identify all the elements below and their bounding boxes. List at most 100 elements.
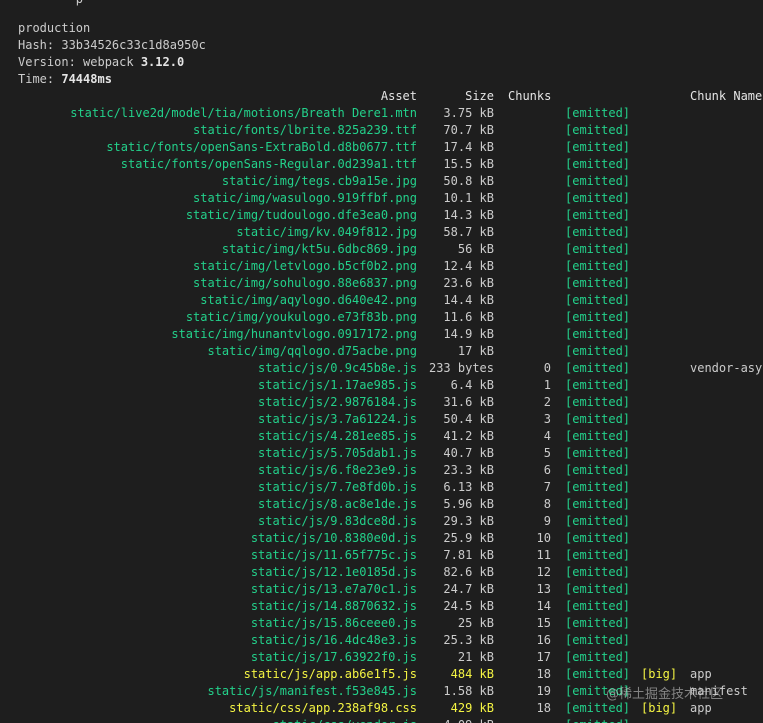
asset-size: 7.81 kB bbox=[443, 548, 494, 562]
emitted-status: [emitted] bbox=[565, 717, 630, 723]
table-row: static/js/6.f8e23e9.js 23.3 kB 6 [emitted] bbox=[0, 462, 763, 479]
emitted-status: [emitted] bbox=[565, 548, 631, 562]
asset-name: static/js/8.ac8e1de.js bbox=[258, 497, 417, 511]
asset-size: 6.13 kB bbox=[443, 480, 494, 494]
emitted-status: [emitted] bbox=[565, 174, 631, 188]
asset-name: static/js/5.705dab1.js bbox=[258, 446, 417, 460]
chunk-id: 19 bbox=[536, 684, 551, 698]
chunk-id: 16 bbox=[536, 633, 551, 647]
asset-size: 1.58 kB bbox=[443, 684, 494, 698]
asset-size: 15.5 kB bbox=[443, 157, 494, 171]
chunk-name: app bbox=[690, 667, 712, 681]
emitted-status: [emitted] bbox=[565, 361, 631, 375]
table-row: static/img/tegs.cb9a15e.jpg 50.8 kB [emitt… bbox=[0, 173, 763, 190]
big-flag: [big] bbox=[641, 667, 678, 681]
asset-name: static/js/16.4dc48e3.js bbox=[250, 633, 417, 647]
asset-size: 41.2 kB bbox=[443, 429, 494, 443]
asset-size: 14.3 kB bbox=[443, 208, 494, 222]
asset-size: 12.4 kB bbox=[443, 259, 494, 273]
emitted-status: [emitted] bbox=[565, 429, 631, 443]
build-hash-line: Hash: 33b34526c33c1d8a950c bbox=[18, 37, 763, 54]
asset-size: 50.8 kB bbox=[443, 174, 494, 188]
emitted-status: [emitted] bbox=[565, 259, 631, 273]
asset-name: static/live2d/model/tia/motions/Breath D… bbox=[70, 106, 417, 120]
asset-size: 429 kB bbox=[450, 701, 494, 715]
asset-size: 29.3 kB bbox=[443, 514, 494, 528]
chunk-id: 12 bbox=[536, 565, 551, 579]
asset-size: 82.6 kB bbox=[443, 565, 494, 579]
table-row: static/js/10.8380e0d.js 25.9 kB 10 [emitted… bbox=[0, 530, 763, 547]
watermark: @稀土掘金技术社区 bbox=[606, 687, 724, 702]
asset-name: static/js/17.63922f0.js bbox=[250, 650, 417, 664]
table-row: static/img/tudoulogo.dfe3ea0.png 14.3 kB [… bbox=[0, 207, 763, 224]
emitted-status: [emitted] bbox=[565, 378, 631, 392]
chunk-id: 17 bbox=[536, 650, 551, 664]
emitted-status: [emitted] bbox=[565, 701, 631, 715]
asset-size: 24.5 kB bbox=[443, 599, 494, 613]
hash-label: Hash: bbox=[18, 38, 62, 52]
emitted-status: [emitted] bbox=[565, 616, 631, 630]
emitted-status: [emitted] bbox=[565, 327, 631, 341]
table-row: static/fonts/openSans-Regular.0d239a1.tt… bbox=[0, 156, 763, 173]
emitted-status: [emitted] bbox=[565, 293, 631, 307]
build-version-line: Version: webpack 3.12.0 bbox=[18, 54, 763, 71]
asset-size: 10.1 kB bbox=[443, 191, 494, 205]
emitted-status: [emitted] bbox=[565, 446, 631, 460]
header-chunks: Chunks bbox=[508, 89, 552, 103]
emitted-status: [emitted] bbox=[565, 225, 631, 239]
table-row: static/js/1.17ae985.js 6.4 kB 1 [emitted] bbox=[0, 377, 763, 394]
emitted-status: [emitted] bbox=[565, 191, 631, 205]
table-row: static/img/wasulogo.919ffbf.png 10.1 kB [e… bbox=[0, 190, 763, 207]
asset-size: 50.4 kB bbox=[443, 412, 494, 426]
asset-size: 4.09 kB bbox=[443, 717, 494, 723]
table-row: static/js/15.86ceee0.js 25 kB 15 [emitted] bbox=[0, 615, 763, 632]
asset-name: static/js/10.8380e0d.js bbox=[250, 531, 417, 545]
chunk-id: 8 bbox=[543, 497, 551, 511]
emitted-status: [emitted] bbox=[565, 123, 631, 137]
table-row: static/img/qqlogo.d75acbe.png 17 kB [emitt… bbox=[0, 343, 763, 360]
table-row: static/img/kt5u.6dbc869.jpg 56 kB [emitted… bbox=[0, 241, 763, 258]
chunk-id: 7 bbox=[543, 480, 551, 494]
table-row: static/css/vendor.js 4.09 kB [emitted] bbox=[0, 717, 763, 723]
table-header: Asset Size Chunks Chunk Names bbox=[0, 88, 763, 105]
asset-size: 25.3 kB bbox=[443, 633, 494, 647]
table-row: static/js/7.7e8fd0b.js 6.13 kB 7 [emitted] bbox=[0, 479, 763, 496]
asset-name: static/fonts/openSans-Regular.0d239a1.tt… bbox=[120, 157, 417, 171]
chunk-id: 3 bbox=[543, 412, 551, 426]
asset-size: 17.4 kB bbox=[443, 140, 494, 154]
asset-size: 23.6 kB bbox=[443, 276, 494, 290]
header-asset: Asset bbox=[380, 89, 417, 103]
table-row: static/live2d/model/tia/motions/Breath D… bbox=[0, 105, 763, 122]
chunk-id: 9 bbox=[543, 514, 551, 528]
table-row: static/img/kv.049f812.jpg 58.7 kB [emitted… bbox=[0, 224, 763, 241]
asset-name: static/img/hunantvlogo.0917172.png bbox=[171, 327, 417, 341]
emitted-status: [emitted] bbox=[565, 463, 631, 477]
table-row: static/js/11.65f775c.js 7.81 kB 11 [emitted… bbox=[0, 547, 763, 564]
chunk-id: 14 bbox=[536, 599, 551, 613]
asset-name: static/js/1.17ae985.js bbox=[258, 378, 417, 392]
hash-value: 33b34526c33c1d8a950c bbox=[61, 38, 206, 52]
chunk-id: 1 bbox=[543, 378, 551, 392]
build-env: production bbox=[18, 21, 91, 35]
asset-name: static/js/7.7e8fd0b.js bbox=[258, 480, 417, 494]
asset-name: static/fonts/lbrite.825a239.ttf bbox=[193, 123, 417, 137]
emitted-status: [emitted] bbox=[565, 650, 631, 664]
asset-name: static/css/app.238af98.css bbox=[229, 701, 417, 715]
asset-size: 25.9 kB bbox=[443, 531, 494, 545]
version-label: Version: webpack bbox=[18, 55, 141, 69]
table-row: static/js/app.ab6e1f5.js 484 kB 18 [emitted… bbox=[0, 666, 763, 683]
table-row: static/js/0.9c45b8e.js 233 bytes 0 [emitted… bbox=[0, 360, 763, 377]
asset-size: 233 bytes bbox=[428, 361, 494, 375]
asset-size: 17 kB bbox=[457, 344, 494, 358]
emitted-status: [emitted] bbox=[565, 565, 631, 579]
asset-name: static/js/14.8870632.js bbox=[250, 599, 417, 613]
asset-size: 56 kB bbox=[457, 242, 494, 256]
asset-name: static/css/vendor.js bbox=[273, 717, 418, 723]
table-row: static/img/hunantvlogo.0917172.png 14.9 k… bbox=[0, 326, 763, 343]
time-value: 74448ms bbox=[61, 72, 112, 86]
table-row: static/js/16.4dc48e3.js 25.3 kB 16 [emitted… bbox=[0, 632, 763, 649]
asset-name: static/img/tegs.cb9a15e.jpg bbox=[221, 174, 417, 188]
asset-name: static/img/youkulogo.e73f83b.png bbox=[185, 310, 417, 324]
build-time-line: Time: 74448ms bbox=[18, 71, 763, 88]
chunk-id: 13 bbox=[536, 582, 551, 596]
